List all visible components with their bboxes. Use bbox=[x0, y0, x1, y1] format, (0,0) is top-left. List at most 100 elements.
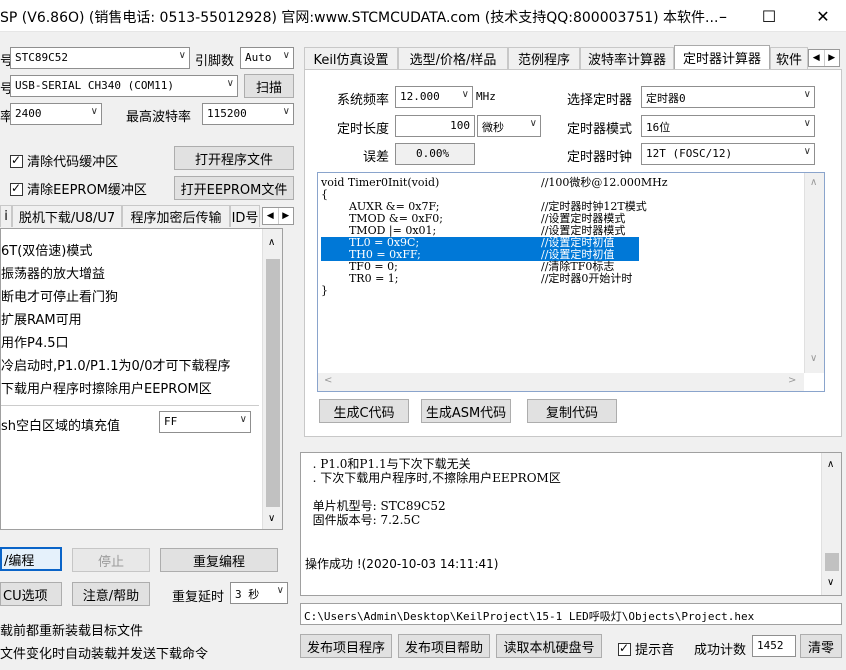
scroll-thumb[interactable] bbox=[266, 259, 280, 507]
help-button[interactable]: 注意/帮助 bbox=[72, 582, 150, 606]
tab-encrypted-transfer[interactable]: 程序加密后传输 bbox=[122, 205, 230, 227]
auto-send-on-change-option[interactable]: 文件变化时自动装载并发送下载命令 bbox=[0, 643, 208, 662]
tab-baud-calc[interactable]: 波特率计算器 bbox=[580, 47, 674, 69]
fill-value-select[interactable]: FF ∨ bbox=[159, 411, 251, 433]
sound-option[interactable]: 提示音 bbox=[618, 639, 674, 658]
arrow-right-icon[interactable]: ▶ bbox=[279, 208, 294, 224]
chevron-down-icon: ∨ bbox=[803, 146, 811, 157]
clear-code-checkbox[interactable] bbox=[10, 153, 23, 168]
arrow-left-icon[interactable]: ◀ bbox=[263, 208, 279, 224]
options-scrollbar[interactable]: ∧ ∨ bbox=[262, 229, 282, 529]
hex-file-path: C:\Users\Admin\Desktop\KeilProject\15-1 … bbox=[304, 610, 755, 623]
read-disk-id-button[interactable]: 读取本机硬盘号 bbox=[496, 634, 602, 658]
repeat-delay-select[interactable]: 3 秒 ∨ bbox=[230, 582, 288, 604]
scroll-up-icon[interactable]: ∧ bbox=[827, 459, 834, 470]
option-erase-eeprom[interactable]: 下载用户程序时擦除用户EEPROM区 bbox=[1, 378, 212, 397]
copy-code-button[interactable]: 复制代码 bbox=[527, 399, 617, 423]
reprogram-button[interactable]: 重复编程 bbox=[160, 548, 278, 572]
scroll-right-icon[interactable]: > bbox=[788, 375, 796, 386]
scroll-thumb[interactable] bbox=[825, 553, 839, 571]
repeat-delay-label: 重复延时 bbox=[172, 590, 225, 605]
scan-button[interactable]: 扫描 bbox=[244, 74, 294, 98]
title-bar: SP (V6.86O) (销售电话: 0513-55012928) 官网:www… bbox=[0, 0, 846, 32]
arrow-left-icon[interactable]: ◀ bbox=[809, 50, 825, 66]
generated-code-view[interactable]: void Timer0Init(void)//100微秒@12.000MHz{ … bbox=[317, 172, 825, 392]
generate-c-code-button[interactable]: 生成C代码 bbox=[319, 399, 409, 423]
log-scrollbar[interactable]: ∧ ∨ bbox=[821, 453, 841, 595]
option-cold-start[interactable]: 冷启动时,P1.0/P1.1为0/0才可下载程序 bbox=[1, 355, 230, 374]
timer-length-value: 100 bbox=[450, 119, 470, 132]
open-eeprom-button[interactable]: 打开EEPROM文件 bbox=[174, 176, 294, 200]
option-osc-gain[interactable]: 振荡器的放大增益 bbox=[1, 263, 105, 282]
option-6t-mode[interactable]: 6T(双倍速)模式 bbox=[1, 240, 92, 259]
open-program-button[interactable]: 打开程序文件 bbox=[174, 146, 294, 170]
maximize-button[interactable]: ☐ bbox=[746, 0, 792, 32]
clear-code-option[interactable]: 清除代码缓冲区 bbox=[10, 151, 118, 170]
tab-offline-download[interactable]: 脱机下载/U8/U7 bbox=[12, 205, 122, 227]
option-watchdog[interactable]: 断电才可停止看门狗 bbox=[1, 286, 118, 305]
scroll-down-icon[interactable]: ∨ bbox=[827, 577, 834, 588]
code-vscrollbar[interactable]: ∧ ∨ bbox=[804, 173, 824, 373]
reload-before-download-option[interactable]: 载前都重新装载目标文件 bbox=[0, 620, 143, 639]
log-body: . P1.0和P1.1与下次下载无关 . 下次下载用户程序时,不擦除用户EEPR… bbox=[305, 455, 815, 591]
tab-selection-price[interactable]: 选型/价格/样品 bbox=[398, 47, 508, 69]
fill-value-label: sh空白区域的填充值 bbox=[1, 419, 121, 434]
publish-help-button[interactable]: 发布项目帮助 bbox=[398, 634, 490, 658]
pin-count-select[interactable]: Auto ∨ bbox=[240, 47, 294, 69]
repeat-delay-value: 3 秒 bbox=[235, 588, 260, 601]
download-program-button[interactable]: /编程 bbox=[0, 547, 62, 571]
publish-program-button[interactable]: 发布项目程序 bbox=[300, 634, 392, 658]
generate-asm-code-button[interactable]: 生成ASM代码 bbox=[421, 399, 511, 423]
timer-unit-select[interactable]: 微秒 ∨ bbox=[477, 115, 541, 137]
timer-mode-value: 16位 bbox=[646, 121, 671, 134]
clear-eeprom-checkbox[interactable] bbox=[10, 181, 23, 196]
tab-id-number[interactable]: ID号 bbox=[230, 205, 260, 227]
baud-select[interactable]: 2400 ∨ bbox=[10, 103, 102, 125]
code-statement: TR0 = 1; bbox=[321, 272, 399, 285]
tab-hidden-first[interactable]: i bbox=[0, 205, 12, 227]
chevron-down-icon: ∨ bbox=[282, 50, 290, 61]
scroll-down-icon[interactable]: ∨ bbox=[268, 513, 275, 524]
timer-length-input[interactable]: 100 bbox=[395, 115, 475, 137]
chevron-down-icon: ∨ bbox=[276, 585, 284, 596]
scroll-up-icon[interactable]: ∧ bbox=[268, 237, 275, 248]
mcu-type-select[interactable]: STC89C52 ∨ bbox=[10, 47, 190, 69]
tab-keil-sim[interactable]: Keil仿真设置 bbox=[304, 47, 398, 69]
timer-select-value: 定时器0 bbox=[646, 92, 686, 105]
sound-checkbox[interactable] bbox=[618, 641, 631, 656]
chevron-down-icon: ∨ bbox=[282, 106, 290, 117]
sys-freq-unit: MHz bbox=[476, 90, 496, 103]
max-baud-select[interactable]: 115200 ∨ bbox=[202, 103, 294, 125]
clear-count-button[interactable]: 清零 bbox=[800, 634, 842, 658]
tab-software[interactable]: 软件 bbox=[770, 47, 808, 69]
timer-select[interactable]: 定时器0 ∨ bbox=[641, 86, 815, 108]
fill-value: FF bbox=[164, 415, 178, 428]
option-p45[interactable]: 用作P4.5口 bbox=[1, 332, 69, 351]
tab-examples[interactable]: 范例程序 bbox=[508, 47, 580, 69]
arrow-right-icon[interactable]: ▶ bbox=[825, 50, 840, 66]
serial-port-select[interactable]: USB-SERIAL CH340 (COM11) ∨ bbox=[10, 75, 238, 97]
timer-length-label: 定时长度 bbox=[337, 122, 390, 137]
minimize-button[interactable]: – bbox=[700, 0, 746, 32]
stop-button[interactable]: 停止 bbox=[72, 548, 150, 572]
timer-clock-select[interactable]: 12T (FOSC/12) ∨ bbox=[641, 143, 815, 165]
code-hscrollbar[interactable]: < > bbox=[318, 373, 804, 391]
error-label: 误差 bbox=[363, 150, 390, 165]
sys-freq-select[interactable]: 12.000 ∨ bbox=[395, 86, 473, 108]
clear-eeprom-option[interactable]: 清除EEPROM缓冲区 bbox=[10, 179, 147, 198]
chevron-down-icon: ∨ bbox=[803, 118, 811, 129]
output-log[interactable]: . P1.0和P1.1与下次下载无关 . 下次下载用户程序时,不擦除用户EEPR… bbox=[300, 452, 842, 596]
scroll-left-icon[interactable]: < bbox=[324, 375, 332, 386]
right-tab-scroller[interactable]: ◀ ▶ bbox=[808, 49, 840, 67]
chevron-down-icon: ∨ bbox=[461, 89, 469, 100]
left-tab-scroller[interactable]: ◀ ▶ bbox=[262, 207, 294, 225]
tab-timer-calc[interactable]: 定时器计算器 bbox=[674, 45, 770, 69]
max-baud-value: 115200 bbox=[207, 107, 247, 120]
scroll-up-icon[interactable]: ∧ bbox=[810, 177, 817, 188]
scroll-down-icon[interactable]: ∨ bbox=[810, 353, 817, 364]
timer-mode-select[interactable]: 16位 ∨ bbox=[641, 115, 815, 137]
option-ext-ram[interactable]: 扩展RAM可用 bbox=[1, 309, 82, 328]
mcu-options-button[interactable]: CU选项 bbox=[0, 582, 62, 606]
close-button[interactable]: ✕ bbox=[800, 0, 846, 32]
timer-clock-label: 定时器时钟 bbox=[567, 150, 633, 165]
